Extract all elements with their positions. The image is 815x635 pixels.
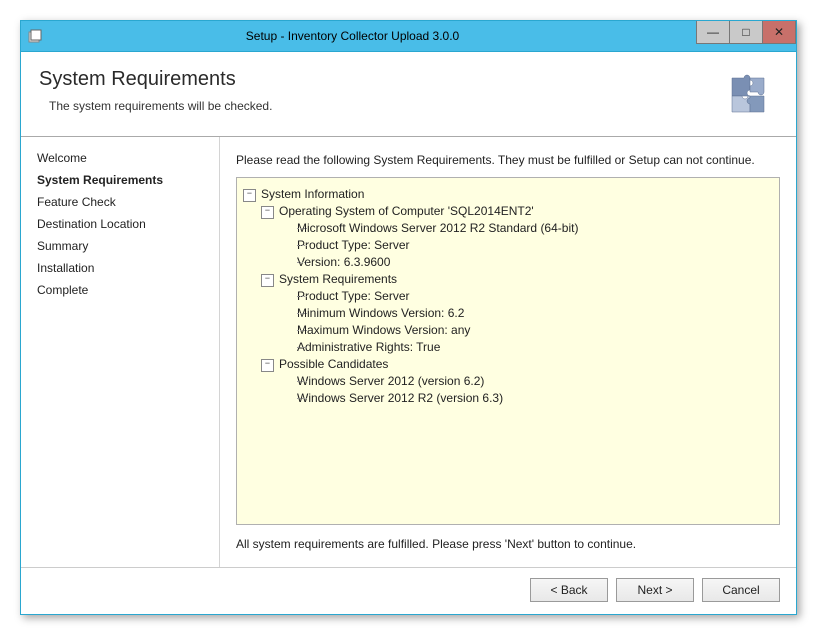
cancel-button[interactable]: Cancel <box>702 578 780 602</box>
tree-leaf[interactable]: Version: 6.3.9600 <box>279 254 773 271</box>
tree-branch[interactable]: −Possible Candidates Windows Server 2012 … <box>261 356 773 407</box>
tree-leaf[interactable]: Administrative Rights: True <box>279 339 773 356</box>
tree-leaf[interactable]: Maximum Windows Version: any <box>279 322 773 339</box>
requirements-tree[interactable]: −System Information−Operating System of … <box>236 177 780 525</box>
tree-label: Microsoft Windows Server 2012 R2 Standar… <box>297 221 578 235</box>
page-subtitle: The system requirements will be checked. <box>49 99 778 113</box>
tree-branch[interactable]: −System Information−Operating System of … <box>243 186 773 407</box>
sidebar-step[interactable]: Destination Location <box>37 213 217 235</box>
setup-window: Setup - Inventory Collector Upload 3.0.0… <box>20 20 797 615</box>
close-button[interactable]: ✕ <box>763 21 796 44</box>
window-title: Setup - Inventory Collector Upload 3.0.0 <box>49 29 656 43</box>
sidebar-step[interactable]: Summary <box>37 235 217 257</box>
tree-leaf[interactable]: Product Type: Server <box>279 237 773 254</box>
wizard-header: System Requirements The system requireme… <box>21 52 796 137</box>
tree-label: Maximum Windows Version: any <box>297 323 470 337</box>
sidebar-step[interactable]: System Requirements <box>37 169 217 191</box>
wizard-body: WelcomeSystem RequirementsFeature CheckD… <box>21 137 796 567</box>
tree-branch[interactable]: −Operating System of Computer 'SQL2014EN… <box>261 203 773 271</box>
tree-label: System Information <box>261 187 364 201</box>
tree-branch[interactable]: −System Requirements Product Type: Server… <box>261 271 773 356</box>
minimize-button[interactable]: — <box>696 21 730 44</box>
tree-toggle-icon[interactable]: − <box>261 206 274 219</box>
tree-toggle-icon[interactable]: − <box>261 274 274 287</box>
tree-label: Administrative Rights: True <box>297 340 440 354</box>
sidebar-step[interactable]: Welcome <box>37 147 217 169</box>
tree-label: Product Type: Server <box>297 289 410 303</box>
maximize-button[interactable]: □ <box>730 21 763 44</box>
titlebar[interactable]: Setup - Inventory Collector Upload 3.0.0… <box>21 21 796 52</box>
tree-label: Possible Candidates <box>279 357 388 371</box>
instruction-text: Please read the following System Require… <box>236 147 780 173</box>
main-panel: Please read the following System Require… <box>220 137 796 567</box>
tree-leaf[interactable]: Microsoft Windows Server 2012 R2 Standar… <box>279 220 773 237</box>
page-title: System Requirements <box>39 68 778 91</box>
next-button[interactable]: Next > <box>616 578 694 602</box>
app-icon <box>27 28 43 44</box>
puzzle-icon <box>722 66 778 122</box>
sidebar-step[interactable]: Feature Check <box>37 191 217 213</box>
tree-leaf[interactable]: Windows Server 2012 (version 6.2) <box>279 373 773 390</box>
tree-label: System Requirements <box>279 272 397 286</box>
tree-label: Product Type: Server <box>297 238 410 252</box>
tree-label: Version: 6.3.9600 <box>297 255 390 269</box>
back-button[interactable]: < Back <box>530 578 608 602</box>
tree-label: Operating System of Computer 'SQL2014ENT… <box>279 204 534 218</box>
sidebar-step[interactable]: Installation <box>37 257 217 279</box>
tree-leaf[interactable]: Windows Server 2012 R2 (version 6.3) <box>279 390 773 407</box>
tree-label: Windows Server 2012 (version 6.2) <box>297 374 484 388</box>
steps-sidebar: WelcomeSystem RequirementsFeature CheckD… <box>21 137 220 567</box>
tree-leaf[interactable]: Product Type: Server <box>279 288 773 305</box>
tree-toggle-icon[interactable]: − <box>261 359 274 372</box>
status-text: All system requirements are fulfilled. P… <box>236 531 780 557</box>
tree-leaf[interactable]: Minimum Windows Version: 6.2 <box>279 305 773 322</box>
sidebar-step[interactable]: Complete <box>37 279 217 301</box>
wizard-footer: < Back Next > Cancel <box>21 567 796 614</box>
window-controls: — □ ✕ <box>696 21 796 51</box>
tree-label: Windows Server 2012 R2 (version 6.3) <box>297 391 503 405</box>
tree-label: Minimum Windows Version: 6.2 <box>297 306 464 320</box>
tree-toggle-icon[interactable]: − <box>243 189 256 202</box>
